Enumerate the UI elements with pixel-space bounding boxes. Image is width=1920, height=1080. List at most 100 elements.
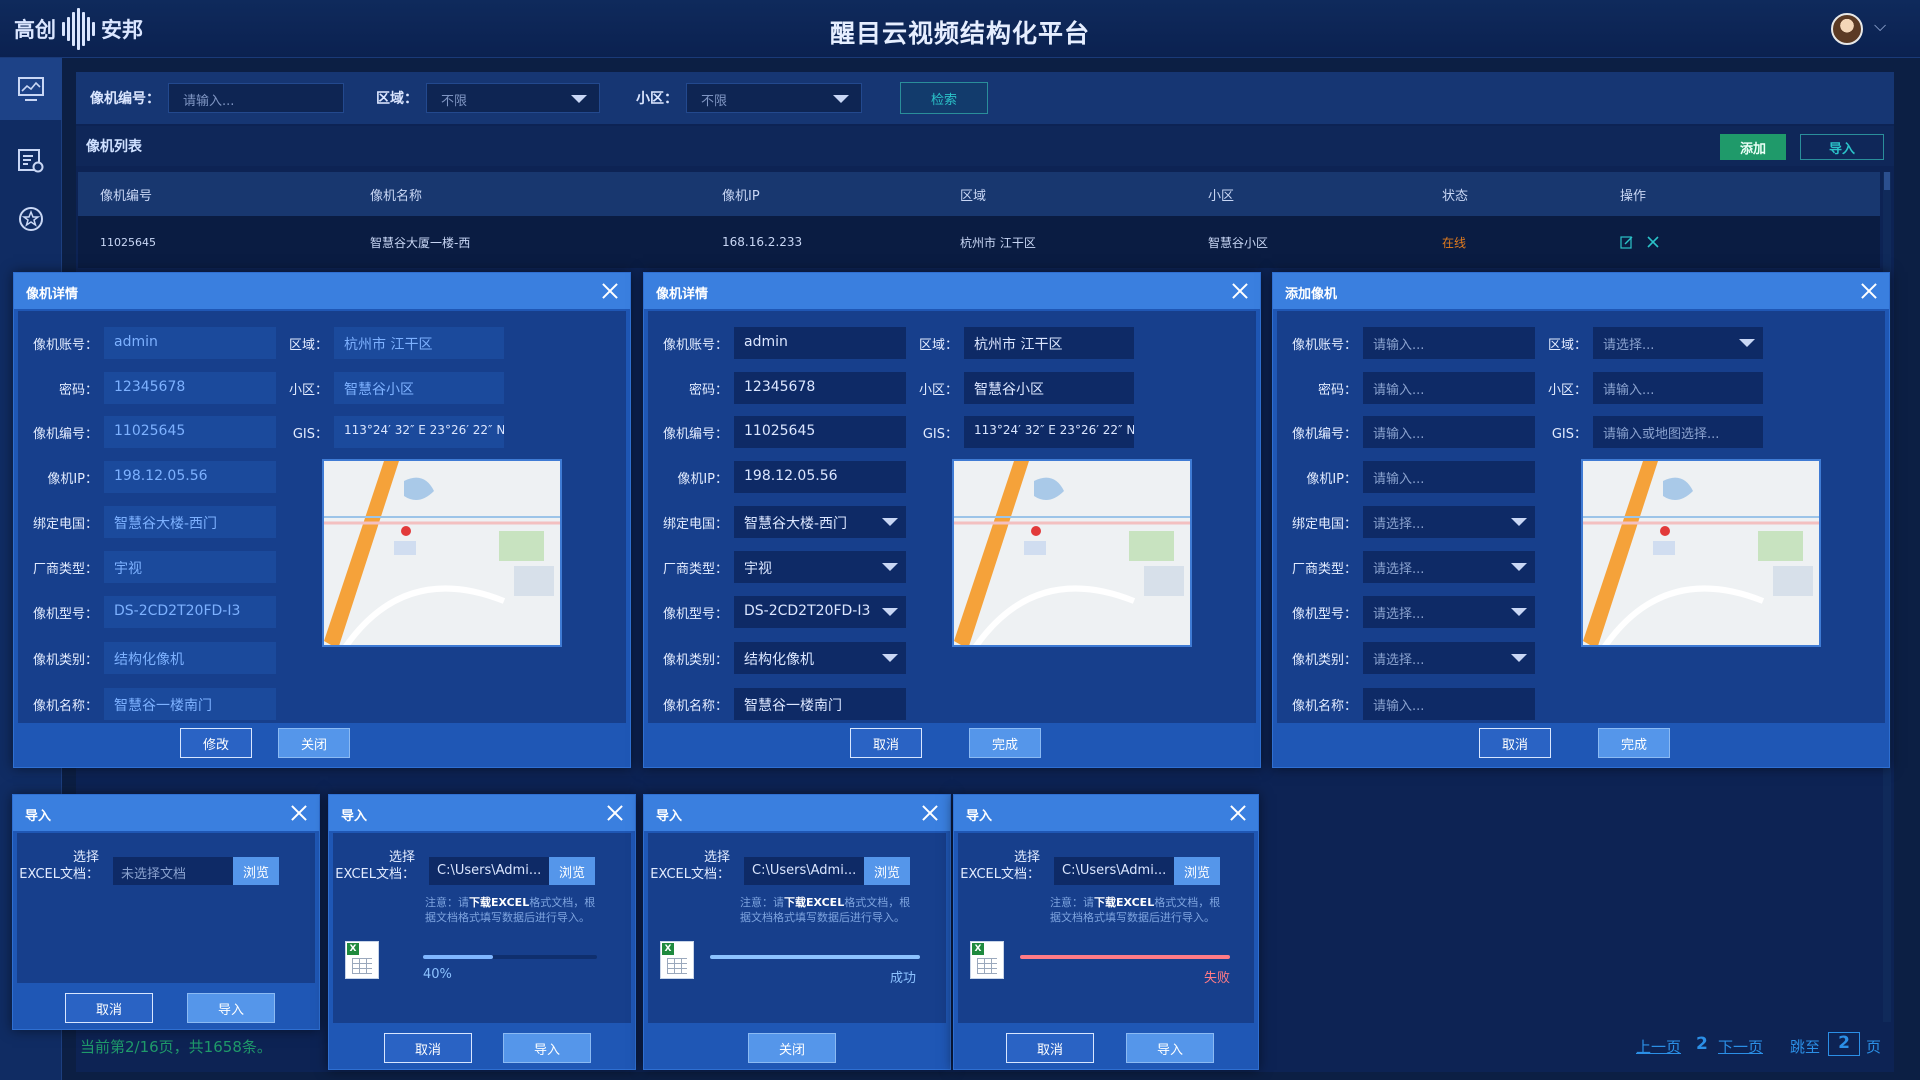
progress-bar	[710, 955, 920, 959]
badge-icon	[19, 207, 43, 231]
edit-button[interactable]: 修改	[180, 728, 252, 758]
camera-ip-input[interactable]: 请输入...	[1363, 461, 1535, 493]
sidebar-item-config[interactable]	[0, 130, 62, 192]
edit-icon[interactable]	[1620, 235, 1634, 249]
chevron-down-icon[interactable]: ⌵	[1874, 16, 1886, 36]
password-field: 密码： 12345678	[648, 372, 906, 404]
cancel-button[interactable]: 取消	[1479, 728, 1551, 758]
search-button[interactable]: 检索	[900, 82, 988, 114]
model-select[interactable]: DS-2CD2T20FD-I3	[734, 596, 906, 628]
download-template-link[interactable]: 下载EXCEL	[469, 896, 529, 909]
import-dialog-progress: 导入 选择 EXCEL文档： C:\Users\Admi... 浏览 注意：请下载…	[328, 794, 636, 1070]
camera-ip-input[interactable]: 198.12.05.56	[734, 461, 906, 493]
cancel-button[interactable]: 取消	[850, 728, 922, 758]
area-input[interactable]: 杭州市 江干区	[964, 327, 1134, 359]
dialog-title: 添加像机	[1273, 273, 1889, 309]
camera-type-select[interactable]: 请选择...	[1363, 642, 1535, 674]
download-template-link[interactable]: 下载EXCEL	[784, 896, 844, 909]
file-path-input[interactable]: C:\Users\Admi...	[744, 857, 864, 885]
camera-id-input[interactable]: 请输入...	[168, 83, 344, 113]
gis-input[interactable]: 113°24′ 32″ E 23°26′ 22″ N	[964, 416, 1134, 448]
close-icon[interactable]	[1228, 279, 1252, 303]
done-button[interactable]: 完成	[969, 728, 1041, 758]
sidebar-item-monitor[interactable]	[0, 58, 62, 120]
file-path-input[interactable]: 未选择文档	[113, 857, 233, 885]
camera-type-select[interactable]: 结构化像机	[734, 642, 906, 674]
browse-button[interactable]: 浏览	[233, 857, 279, 885]
import-note: 注意：请下载EXCEL格式文档，根 据文档格式填写数据后进行导入。	[425, 896, 596, 924]
location-map[interactable]	[952, 459, 1192, 647]
pole-select[interactable]: 请选择...	[1363, 506, 1535, 538]
monitor-icon	[18, 77, 44, 101]
import-button[interactable]: 导入	[1800, 134, 1884, 160]
password-input[interactable]: 请输入...	[1363, 372, 1535, 404]
close-icon[interactable]	[287, 801, 311, 825]
camera-name-input[interactable]: 智慧谷一楼南门	[734, 688, 906, 720]
pole-select[interactable]: 智慧谷大楼-西门	[734, 506, 906, 538]
file-path-input[interactable]: C:\Users\Admi...	[1054, 857, 1174, 885]
cancel-button[interactable]: 取消	[1006, 1033, 1094, 1063]
close-button[interactable]: 关闭	[278, 728, 350, 758]
password-input[interactable]: 12345678	[734, 372, 906, 404]
location-map[interactable]	[322, 459, 562, 647]
community-field: 小区： 智慧谷小区	[912, 372, 1134, 404]
community-select[interactable]: 不限	[686, 83, 862, 113]
dropdown-caret-icon	[882, 563, 898, 571]
prev-page-link[interactable]: 上一页	[1636, 1036, 1681, 1057]
area-select[interactable]: 不限	[426, 83, 600, 113]
close-icon[interactable]	[1226, 801, 1250, 825]
camera-detail-dialog: 像机详情 像机账号： admin 密码： 12345678 像机编号： 1102564…	[13, 272, 631, 768]
done-button[interactable]: 完成	[1598, 728, 1670, 758]
user-avatar[interactable]	[1831, 13, 1863, 45]
import-confirm-button[interactable]: 导入	[187, 993, 275, 1023]
page-unit: 页	[1866, 1038, 1882, 1056]
sidebar-item-badge[interactable]	[0, 188, 62, 250]
account-input[interactable]: admin	[734, 327, 906, 359]
model-field: 像机型号： 请选择...	[1277, 596, 1535, 628]
browse-button[interactable]: 浏览	[1174, 857, 1220, 885]
camera-name-input[interactable]: 请输入...	[1363, 688, 1535, 720]
camera-id-input[interactable]: 11025645	[734, 416, 906, 448]
area-field: 区域： 杭州市 江干区	[912, 327, 1134, 359]
cell-area: 杭州市 江干区	[960, 235, 1036, 250]
area-select[interactable]: 请选择...	[1593, 327, 1763, 359]
vendor-select[interactable]: 请选择...	[1363, 551, 1535, 583]
cell-community: 智慧谷小区	[1208, 235, 1269, 250]
excel-file-icon	[660, 941, 694, 979]
account-field: 像机账号： admin	[18, 327, 276, 359]
close-icon[interactable]	[603, 801, 627, 825]
gis-input[interactable]: 请输入或地图选择...	[1593, 416, 1763, 448]
close-button[interactable]: 关闭	[748, 1033, 836, 1063]
delete-icon[interactable]	[1646, 235, 1660, 249]
column-header: 状态	[1442, 188, 1469, 204]
download-template-link[interactable]: 下载EXCEL	[1094, 896, 1154, 909]
model-select[interactable]: 请选择...	[1363, 596, 1535, 628]
current-page: 2	[1696, 1034, 1708, 1054]
table-row[interactable]: 11025645 智慧谷大厦一楼-西 168.16.2.233 杭州市 江干区 …	[78, 216, 1880, 268]
vendor-select[interactable]: 宇视	[734, 551, 906, 583]
progress-fill	[423, 955, 493, 959]
browse-button[interactable]: 浏览	[549, 857, 595, 885]
dialog-title: 导入	[644, 795, 950, 831]
file-path-input[interactable]: C:\Users\Admi...	[429, 857, 549, 885]
cancel-button[interactable]: 取消	[384, 1033, 472, 1063]
import-confirm-button[interactable]: 导入	[1126, 1033, 1214, 1063]
close-icon[interactable]	[918, 801, 942, 825]
add-camera-button[interactable]: 添加	[1720, 134, 1786, 160]
community-input[interactable]: 请输入...	[1593, 372, 1763, 404]
account-input[interactable]: 请输入...	[1363, 327, 1535, 359]
progress-bar	[1020, 955, 1230, 959]
close-icon[interactable]	[1857, 279, 1881, 303]
progress-percent: 40%	[423, 967, 452, 982]
import-confirm-button[interactable]: 导入	[503, 1033, 591, 1063]
community-input[interactable]: 智慧谷小区	[964, 372, 1134, 404]
camera-name-field: 像机名称： 请输入...	[1277, 688, 1535, 720]
cancel-button[interactable]: 取消	[65, 993, 153, 1023]
jump-page-input[interactable]: 2	[1828, 1032, 1860, 1056]
camera-id-input[interactable]: 请输入...	[1363, 416, 1535, 448]
dialog-title: 像机详情	[14, 273, 630, 309]
browse-button[interactable]: 浏览	[864, 857, 910, 885]
next-page-link[interactable]: 下一页	[1718, 1036, 1763, 1057]
location-map[interactable]	[1581, 459, 1821, 647]
close-icon[interactable]	[598, 279, 622, 303]
